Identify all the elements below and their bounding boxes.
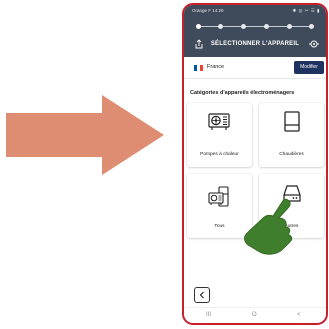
step-dot	[196, 23, 201, 29]
step-dot	[264, 23, 269, 29]
status-bar-right: ✱ ◎ ✂ ☰ ▮	[292, 8, 320, 13]
phone-screen: Orange F 14:20 ✱ ◎ ✂ ☰ ▮ SÉLECTIONNER L'…	[182, 3, 328, 325]
step-dot	[241, 23, 246, 29]
back-button[interactable]	[194, 287, 210, 303]
step-dot	[287, 23, 292, 29]
category-label: Chaudières	[279, 152, 304, 157]
category-card-heat-pump[interactable]: Pompes à chaleur	[187, 103, 252, 167]
all-appliances-icon	[208, 186, 229, 207]
system-nav-bar: III O <	[184, 307, 326, 323]
france-flag-icon	[194, 65, 203, 71]
step-dot	[309, 23, 314, 29]
nav-recent-button[interactable]: III	[206, 312, 211, 318]
pointer-arrow-icon	[6, 95, 164, 175]
progress-steps	[196, 23, 314, 29]
settings-icon[interactable]	[308, 39, 320, 49]
category-label: Pompes à chaleur	[200, 152, 239, 157]
page-title: SÉLECTIONNER L'APPAREIL	[210, 41, 300, 47]
section-title: Catégories d'appareils électroménagers	[190, 90, 295, 96]
pointing-hand-icon	[244, 198, 293, 255]
modify-button[interactable]: Modifier	[294, 61, 324, 74]
category-card-boiler[interactable]: Chaudières	[259, 103, 324, 167]
nav-home-button[interactable]: O	[252, 312, 257, 318]
nav-back-button[interactable]: <	[297, 312, 301, 318]
country-name: France	[207, 64, 225, 70]
heat-pump-icon	[208, 113, 230, 130]
country-row: France Modifier	[184, 57, 326, 79]
status-bar-left: Orange F 14:20	[192, 8, 224, 13]
chevron-left-icon	[199, 291, 204, 299]
step-dot	[218, 23, 223, 29]
boiler-icon	[284, 111, 300, 132]
app-header: Orange F 14:20 ✱ ◎ ✂ ☰ ▮ SÉLECTIONNER L'…	[184, 5, 326, 57]
